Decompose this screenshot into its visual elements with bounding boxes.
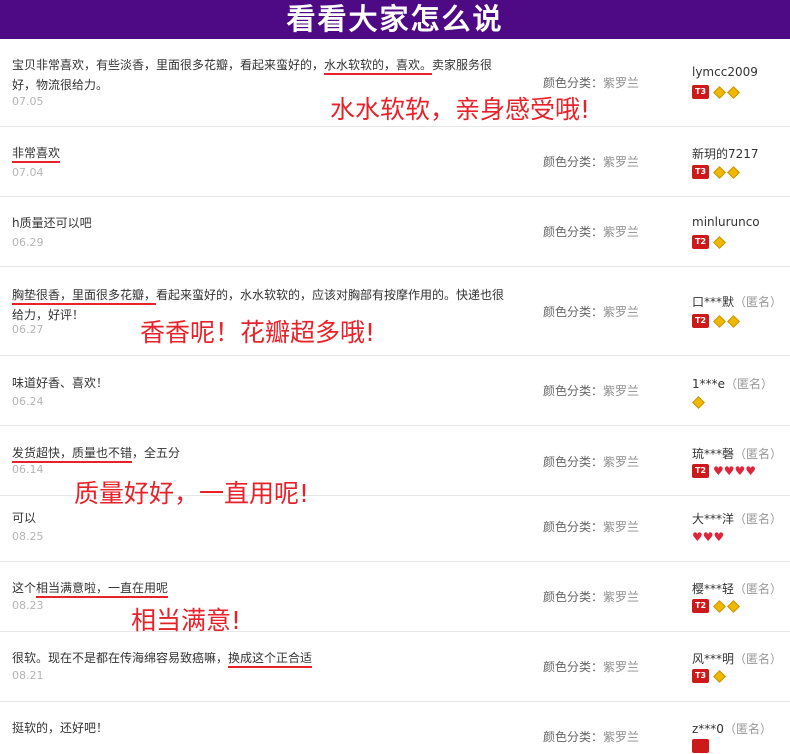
red-heart-icon: ♥ <box>713 464 724 478</box>
review-user[interactable]: 1***e（匿名） <box>692 375 773 392</box>
level-badge-icon: T2 <box>692 464 709 478</box>
review-item: 这个相当满意啦，一直在用呢 08.23 颜色分类：紫罗兰 樱***轻（匿名） T… <box>0 562 790 632</box>
user-level-badges: T3 <box>692 84 740 100</box>
diamond-icon <box>713 165 726 179</box>
level-badge-icon <box>692 739 709 753</box>
review-text: 味道好香、喜欢！ <box>12 376 109 390</box>
review-text: h质量还可以吧 <box>12 216 92 230</box>
diamond-icon <box>713 85 726 99</box>
review-item: 很软。现在不是都在传海绵容易致癌嘛，换成这个正合适 08.21 颜色分类：紫罗兰… <box>0 632 790 702</box>
review-user[interactable]: 大***洋（匿名） <box>692 510 782 527</box>
review-text: 很软。现在不是都在传海绵容易致癌嘛，换成这个正合适 <box>12 648 512 668</box>
review-user[interactable]: 风***明（匿名） <box>692 650 782 667</box>
review-category: 颜色分类：紫罗兰 <box>543 455 640 469</box>
review-user[interactable]: lymcc2009 <box>692 65 758 79</box>
review-item: 非常喜欢 07.04 颜色分类：紫罗兰 新玥的7217 T3 <box>0 127 790 197</box>
review-item: h质量还可以吧 06.29 颜色分类：紫罗兰 minlurunco T2 <box>0 197 790 267</box>
red-heart-icon: ♥ <box>734 464 746 478</box>
red-heart-icon: ♥ <box>723 464 735 478</box>
annotation-note: 质量好好，一直用呢! <box>74 479 310 508</box>
diamond-icon <box>713 314 726 328</box>
level-badge-icon: T3 <box>692 85 709 99</box>
review-user[interactable]: z***0（匿名） <box>692 720 772 737</box>
user-level-badges: T2 ♥ ♥ ♥ ♥ <box>692 463 757 479</box>
review-category: 颜色分类：紫罗兰 <box>543 660 640 674</box>
page-banner: 看看大家怎么说 <box>0 0 790 39</box>
review-text: 宝贝非常喜欢，有些淡香，里面很多花瓣，看起来蛮好的，水水软软的，喜欢。卖家服务很… <box>12 58 493 92</box>
review-date: 08.21 <box>12 669 44 682</box>
review-category: 颜色分类：紫罗兰 <box>543 305 640 319</box>
review-category: 颜色分类：紫罗兰 <box>543 520 640 534</box>
red-heart-icon: ♥ <box>745 464 757 478</box>
user-level-badges <box>692 738 712 754</box>
level-badge-icon: T2 <box>692 235 709 249</box>
diamond-icon <box>727 85 740 99</box>
annotation-note: 水水软软，亲身感受哦! <box>330 95 591 124</box>
red-heart-icon: ♥ <box>702 530 714 544</box>
review-category: 颜色分类：紫罗兰 <box>543 384 640 398</box>
diamond-icon <box>727 165 740 179</box>
user-level-badges: T2 <box>692 313 740 329</box>
level-badge-icon: T2 <box>692 314 709 328</box>
user-level-badges: T2 <box>692 234 726 250</box>
level-badge-icon: T2 <box>692 599 709 613</box>
review-text: 可以 <box>12 511 37 525</box>
review-date: 06.27 <box>12 323 44 336</box>
review-date: 07.05 <box>12 95 44 108</box>
review-item: 胸垫很香，里面很多花瓣，看起来蛮好的，水水软软的，应该对胸部有按摩作用的。快递也… <box>0 267 790 356</box>
review-user[interactable]: 新玥的7217 <box>692 145 759 162</box>
level-badge-icon: T3 <box>692 165 709 179</box>
review-date: 08.25 <box>12 530 44 543</box>
diamond-icon <box>692 395 705 409</box>
review-category: 颜色分类：紫罗兰 <box>543 590 640 604</box>
annotation-note: 相当满意! <box>131 606 242 635</box>
review-category: 颜色分类：紫罗兰 <box>543 76 640 90</box>
annotation-note: 香香呢！花瓣超多哦! <box>140 318 376 347</box>
review-text: 挺软的，还好吧！ <box>12 721 109 735</box>
review-user[interactable]: minlurunco <box>692 215 760 229</box>
review-category: 颜色分类：紫罗兰 <box>543 155 640 169</box>
user-level-badges <box>692 394 705 410</box>
review-text: 这个相当满意啦，一直在用呢 <box>12 578 512 598</box>
diamond-icon <box>727 599 740 613</box>
review-item: 味道好香、喜欢！ 06.24 颜色分类：紫罗兰 1***e（匿名） <box>0 356 790 426</box>
red-heart-icon: ♥ <box>713 530 725 544</box>
review-date: 06.24 <box>12 395 44 408</box>
review-category: 颜色分类：紫罗兰 <box>543 730 640 744</box>
user-level-badges: T2 <box>692 598 740 614</box>
banner-title: 看看大家怎么说 <box>286 2 504 36</box>
review-user[interactable]: 口***默（匿名） <box>692 293 782 310</box>
diamond-icon <box>727 314 740 328</box>
review-user[interactable]: 琉***磬（匿名） <box>692 445 782 462</box>
user-level-badges: T3 <box>692 164 740 180</box>
review-text: 非常喜欢 <box>12 143 512 163</box>
review-date: 07.04 <box>12 166 44 179</box>
review-date: 08.23 <box>12 599 44 612</box>
review-text: 发货超快，质量也不错，全五分 <box>12 443 512 463</box>
diamond-icon <box>713 235 726 249</box>
user-level-badges: T3 <box>692 668 726 684</box>
review-user[interactable]: 樱***轻（匿名） <box>692 580 782 597</box>
diamond-icon <box>713 669 726 683</box>
review-item: 挺软的，还好吧！ 颜色分类：紫罗兰 z***0（匿名） <box>0 702 790 753</box>
diamond-icon <box>713 599 726 613</box>
review-category: 颜色分类：紫罗兰 <box>543 225 640 239</box>
review-date: 06.14 <box>12 463 44 476</box>
red-heart-icon: ♥ <box>692 530 703 544</box>
review-date: 06.29 <box>12 236 44 249</box>
level-badge-icon: T3 <box>692 669 709 683</box>
user-level-badges: ♥ ♥ ♥ <box>692 529 725 545</box>
